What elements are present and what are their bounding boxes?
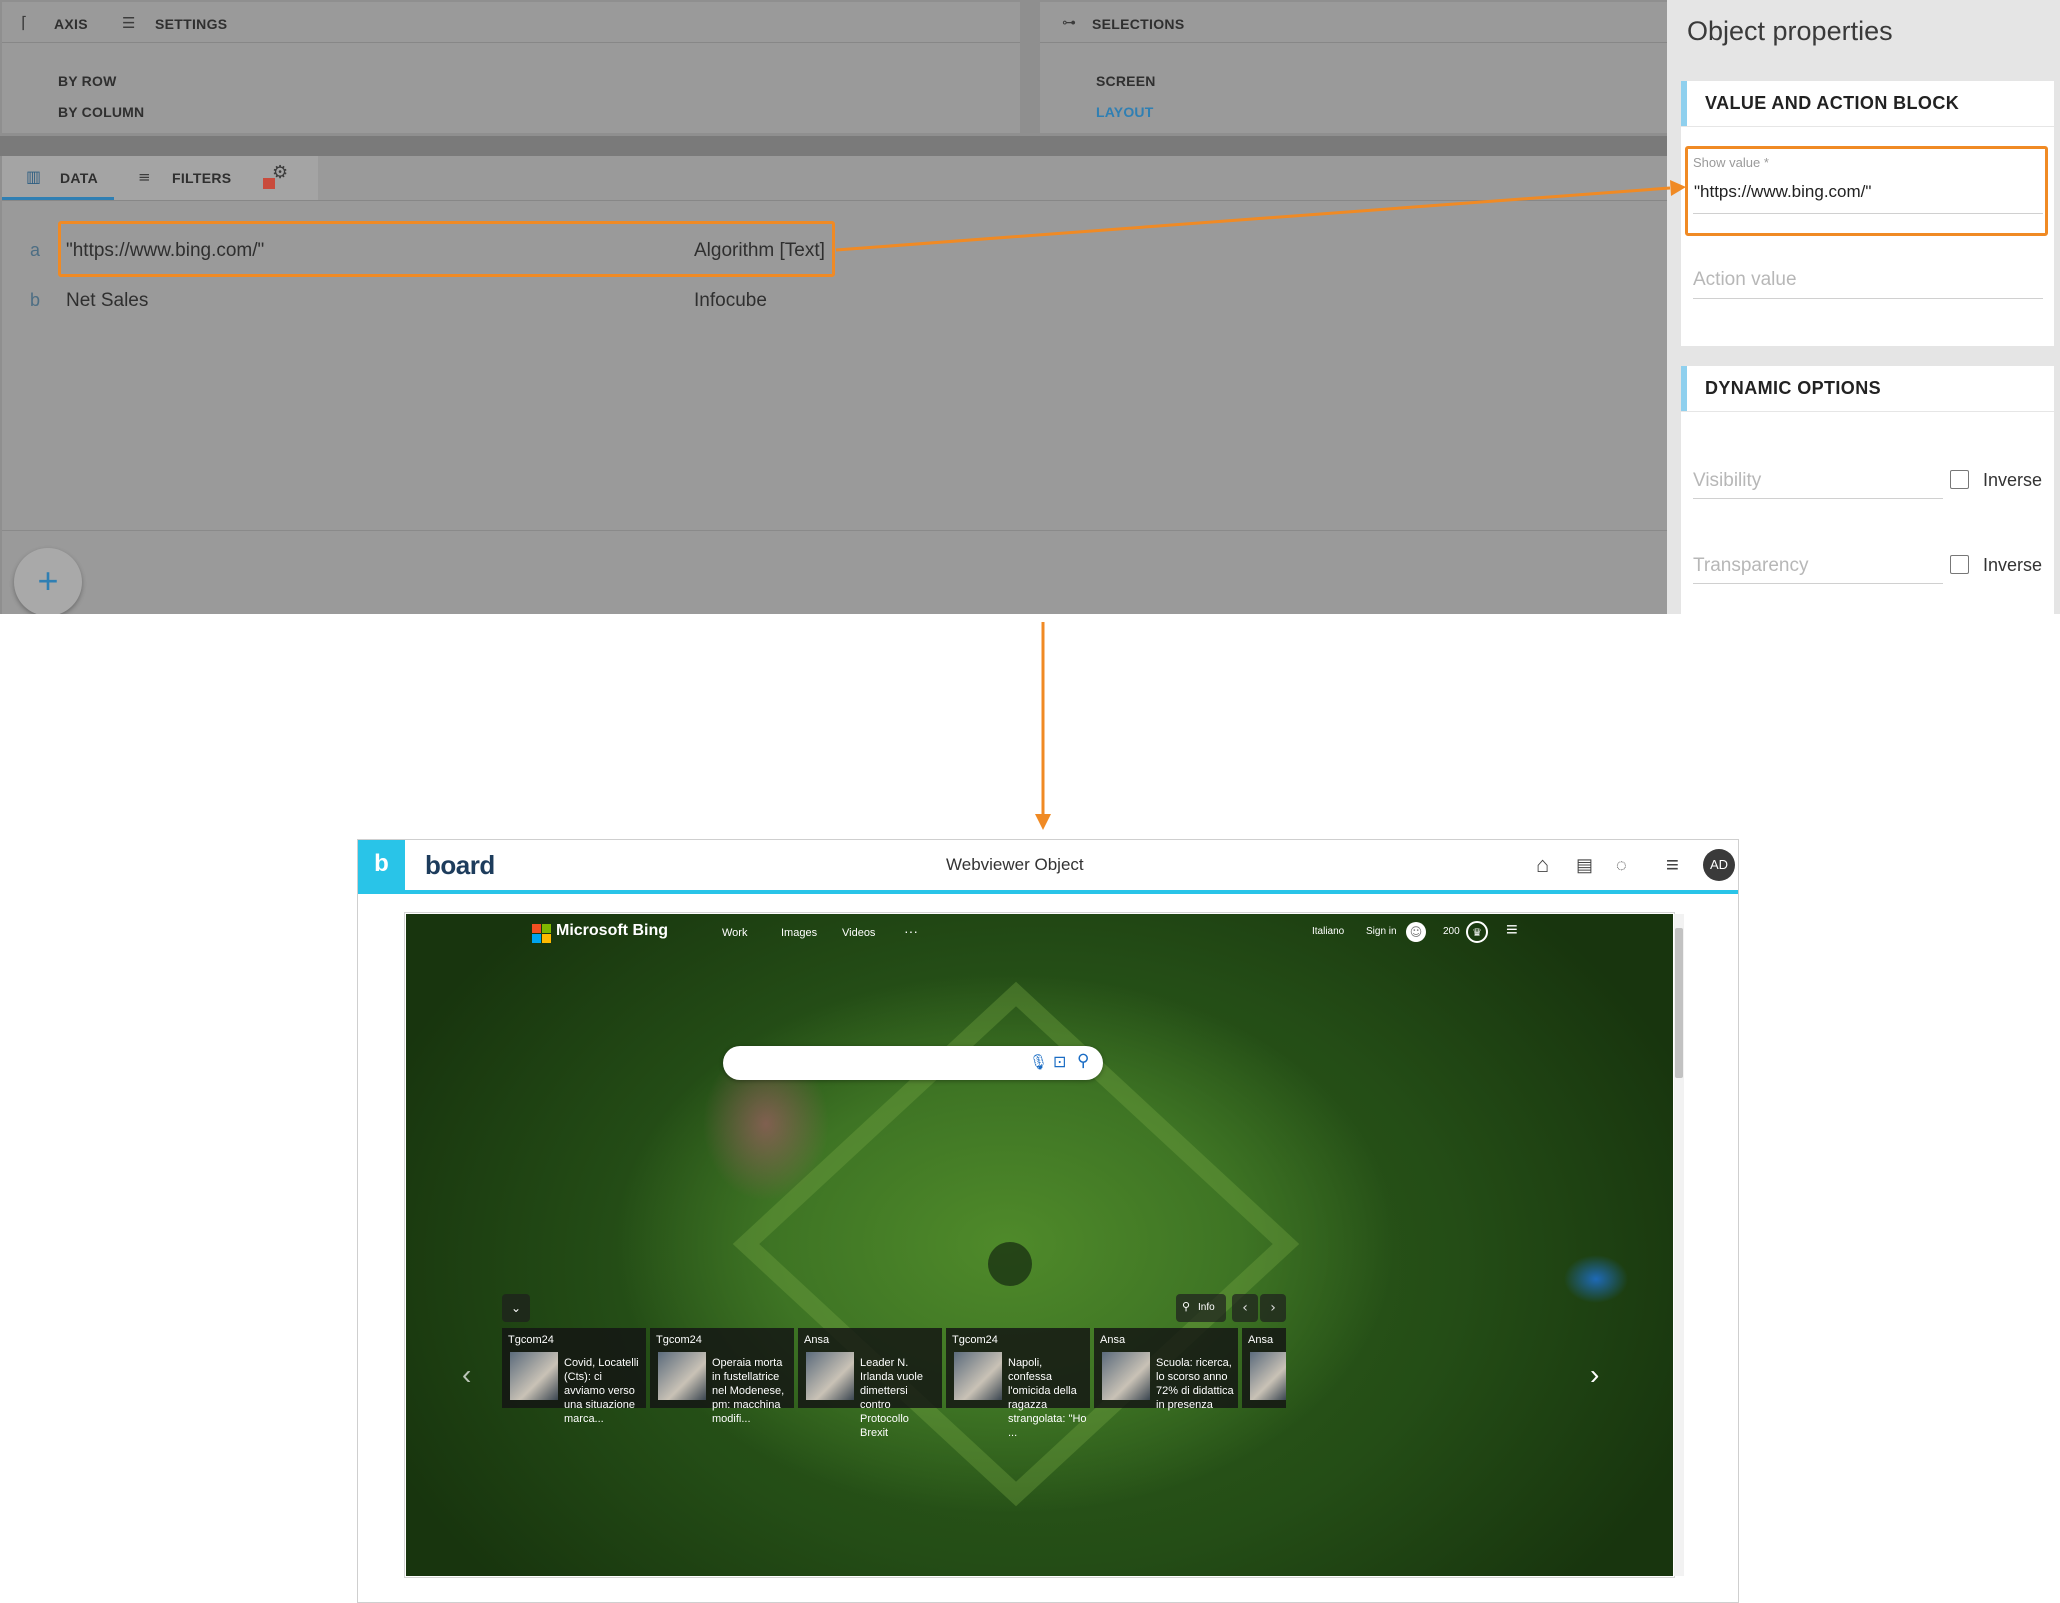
- news-thumbnail: [510, 1352, 558, 1400]
- nav-work[interactable]: Work: [722, 927, 747, 939]
- news-thumbnail: [954, 1352, 1002, 1400]
- info-label: Info: [1198, 1302, 1215, 1313]
- avatar[interactable]: AD: [1703, 849, 1735, 881]
- microphone-icon[interactable]: 🎙: [1029, 1053, 1048, 1071]
- nav-images[interactable]: Images: [781, 927, 817, 939]
- nav-more[interactable]: ···: [904, 923, 918, 939]
- news-source: Tgcom24: [508, 1334, 554, 1346]
- arrow-to-show-value: [835, 186, 1671, 252]
- nav-videos[interactable]: Videos: [842, 927, 875, 939]
- news-card[interactable]: Tgcom24 Napoli, confessa l'omicida della…: [946, 1328, 1090, 1439]
- header-accent-bar: [358, 890, 1738, 894]
- news-title: Leader N. Irlanda vuole dimettersi contr…: [860, 1357, 923, 1439]
- selections-icon[interactable]: ▤: [1576, 853, 1593, 877]
- news-title: Scuola: ricerca, lo scorso anno 72% di d…: [1156, 1357, 1234, 1411]
- next-image-button[interactable]: ›: [1260, 1294, 1286, 1322]
- user-icon[interactable]: ☺: [1406, 922, 1426, 942]
- search-icon[interactable]: ⚲: [1077, 1051, 1089, 1071]
- news-source: Ansa: [804, 1334, 830, 1346]
- ms-logo-red: [532, 924, 541, 933]
- news-title: Covid, Locatelli (Cts): ci avviamo verso…: [564, 1357, 639, 1425]
- board-header: b board Webviewer Object ⌂ ▤ ◌ ≡ AD: [358, 840, 1738, 890]
- arrowhead-down: [1035, 814, 1051, 830]
- home-icon[interactable]: ⌂: [1536, 853, 1549, 877]
- scrollbar-thumb[interactable]: [1675, 928, 1683, 1078]
- news-card[interactable]: Ansa: [1242, 1328, 1286, 1408]
- news-source: Ansa: [1100, 1334, 1126, 1346]
- news-title: Operaia morta in fustellatrice nel Moden…: [712, 1357, 785, 1425]
- news-title: Napoli, confessa l'omicida della ragazza…: [1008, 1357, 1087, 1439]
- board-brand: board: [425, 850, 495, 880]
- menu-icon[interactable]: ≡: [1666, 853, 1679, 877]
- arrowhead-right: [1670, 180, 1686, 196]
- news-card[interactable]: Ansa Leader N. Irlanda vuole dimettersi …: [798, 1328, 942, 1439]
- news-source: Tgcom24: [656, 1334, 702, 1346]
- news-source: Tgcom24: [952, 1334, 998, 1346]
- news-card[interactable]: Ansa Scuola: ricerca, lo scorso anno 72%…: [1094, 1328, 1238, 1411]
- board-webviewer-window: b board Webviewer Object ⌂ ▤ ◌ ≡ AD Micr…: [357, 839, 1739, 1603]
- news-thumbnail: [1250, 1352, 1286, 1400]
- visual-search-icon[interactable]: ⊡: [1053, 1052, 1066, 1071]
- ms-logo-green: [542, 924, 551, 933]
- bing-homepage: Microsoft Bing Work Images Videos ··· It…: [406, 914, 1673, 1576]
- prev-image-button[interactable]: ‹: [1232, 1294, 1258, 1322]
- hamburger-menu-icon[interactable]: ≡: [1506, 919, 1518, 942]
- news-thumbnail: [806, 1352, 854, 1400]
- news-prev-chevron-icon[interactable]: ‹: [462, 1359, 471, 1391]
- board-logo-tile[interactable]: b: [358, 840, 405, 890]
- news-next-chevron-icon[interactable]: ›: [1590, 1359, 1599, 1391]
- sign-in-link[interactable]: Sign in: [1366, 926, 1397, 937]
- page-title: Webviewer Object: [946, 855, 1084, 874]
- info-button[interactable]: ⚲ Info: [1176, 1294, 1226, 1322]
- news-card[interactable]: Tgcom24 Covid, Locatelli (Cts): ci avvia…: [502, 1328, 646, 1425]
- ms-logo-yellow: [542, 934, 551, 943]
- news-thumbnail: [658, 1352, 706, 1400]
- bing-brand[interactable]: Microsoft Bing: [556, 922, 668, 940]
- rewards-trophy-icon[interactable]: ♛: [1466, 921, 1488, 943]
- ms-logo-blue: [532, 934, 541, 943]
- news-thumbnail: [1102, 1352, 1150, 1400]
- search-input[interactable]: 🎙 ⊡ ⚲: [723, 1046, 1103, 1080]
- language-link[interactable]: Italiano: [1312, 926, 1344, 937]
- news-source: Ansa: [1248, 1334, 1274, 1346]
- scrollbar-track[interactable]: [1674, 914, 1684, 1576]
- location-pin-icon: ⚲: [1182, 1301, 1191, 1313]
- background-structure: [732, 981, 1300, 1507]
- news-card[interactable]: Tgcom24 Operaia morta in fustellatrice n…: [650, 1328, 794, 1425]
- comment-icon[interactable]: ◌: [1616, 853, 1627, 877]
- rewards-points[interactable]: 200: [1443, 926, 1460, 937]
- collapse-chevron-icon[interactable]: ⌄: [502, 1294, 530, 1322]
